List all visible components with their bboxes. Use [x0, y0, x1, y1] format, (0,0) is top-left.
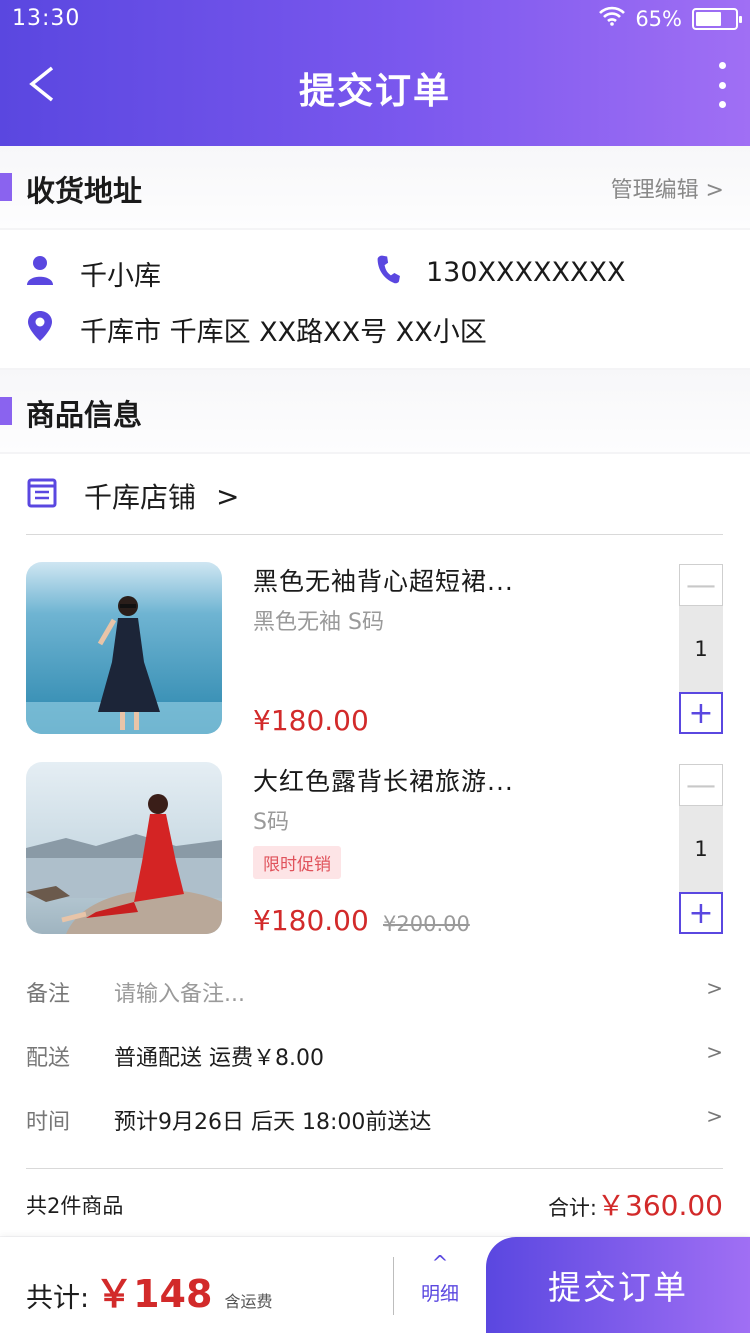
delivery-label: 配送	[26, 1046, 71, 1071]
increase-button[interactable]: +	[679, 692, 723, 734]
time-value: 预计9月26日 后天 18:00前送达	[114, 1110, 432, 1135]
app-header: 13:30 65% 提交订单	[0, 0, 750, 146]
recipient-address: 千库市 千库区 XX路XX号 XX小区	[80, 317, 487, 348]
product-name: 黑色无袖背心超短裙...	[253, 567, 514, 596]
manage-address-link[interactable]: 管理编辑 >	[611, 172, 724, 204]
more-menu-icon[interactable]	[714, 62, 730, 108]
divider	[26, 1168, 723, 1169]
product-image	[26, 762, 222, 934]
list-item[interactable]: 黑色无袖背心超短裙... 黑色无袖 S码 ¥180.00 — 1 +	[26, 562, 723, 737]
caret-up-icon: ^	[431, 1251, 449, 1275]
detail-label: 明细	[420, 1283, 459, 1305]
address-card[interactable]: 千小库 130XXXXXXXX 千库市 千库区 XX路XX号 XX小区	[0, 230, 750, 368]
remark-row[interactable]: 备注 请输入备注... >	[26, 972, 723, 1012]
page-title: 提交订单	[298, 71, 451, 112]
item-count: 共2件商品	[26, 1194, 124, 1218]
product-price: ¥180.00	[253, 704, 369, 737]
section-marker	[0, 173, 12, 201]
location-pin-icon	[26, 310, 54, 349]
order-card: 千库店铺 > 黑色无袖背心超短裙... 黑色无袖 S码 ¥180.00 — 1 …	[0, 454, 750, 1236]
product-spec: S码	[253, 810, 289, 835]
grand-total-label: 共计:	[26, 1283, 90, 1314]
shop-icon	[26, 477, 58, 516]
original-price: ¥200.00	[383, 912, 470, 936]
wifi-icon	[599, 6, 626, 31]
subtotal-label: 合计:	[547, 1196, 598, 1220]
checkout-bar: 共计: ￥148 含运费 ^ 明细 提交订单	[0, 1237, 750, 1333]
divider	[26, 534, 723, 535]
decrease-button[interactable]: —	[679, 564, 723, 606]
increase-button[interactable]: +	[679, 892, 723, 934]
status-bar: 13:30 65%	[0, 0, 750, 40]
quantity-stepper: — 1 +	[679, 764, 723, 934]
chevron-right-icon: >	[706, 1104, 723, 1128]
chevron-right-icon: >	[706, 1040, 723, 1064]
user-icon	[26, 255, 54, 292]
remark-label: 备注	[26, 982, 71, 1007]
status-time: 13:30	[12, 6, 81, 31]
recipient-name: 千小库	[80, 261, 161, 292]
promo-badge: 限时促销	[253, 846, 341, 879]
product-section-title: 商品信息	[26, 398, 143, 432]
shop-arrow: >	[216, 479, 240, 513]
delivery-time-row[interactable]: 时间 预计9月26日 后天 18:00前送达 >	[26, 1100, 723, 1140]
submit-order-button[interactable]: 提交订单	[486, 1237, 750, 1333]
address-section-title: 收货地址	[26, 174, 143, 208]
product-image	[26, 562, 222, 734]
shop-name: 千库店铺	[84, 481, 197, 514]
detail-toggle[interactable]: ^ 明细	[405, 1253, 475, 1306]
grand-total-amount: ￥148	[95, 1272, 213, 1316]
product-price: ¥180.00	[253, 904, 369, 937]
recipient-phone: 130XXXXXXXX	[426, 257, 626, 288]
product-spec: 黑色无袖 S码	[253, 610, 384, 635]
remark-input[interactable]: 请输入备注...	[114, 976, 245, 1008]
quantity-value[interactable]: 1	[679, 806, 723, 892]
product-section-header: 商品信息	[0, 370, 750, 452]
battery-percent: 65%	[635, 6, 682, 31]
divider	[393, 1257, 394, 1315]
list-item[interactable]: 大红色露背长裙旅游... S码 限时促销 ¥180.00 ¥200.00 — 1…	[26, 762, 723, 937]
quantity-stepper: — 1 +	[679, 564, 723, 734]
time-label: 时间	[26, 1110, 71, 1135]
delivery-row[interactable]: 配送 普通配送 运费￥8.00 >	[26, 1036, 723, 1076]
chevron-right-icon: >	[706, 976, 723, 1000]
decrease-button[interactable]: —	[679, 764, 723, 806]
quantity-value[interactable]: 1	[679, 606, 723, 692]
phone-icon	[374, 254, 404, 291]
address-section-header: 收货地址 管理编辑 >	[0, 146, 750, 228]
battery-icon	[692, 7, 742, 30]
fee-note: 含运费	[224, 1292, 273, 1311]
section-marker	[0, 397, 12, 425]
product-name: 大红色露背长裙旅游...	[253, 767, 514, 796]
shop-row[interactable]: 千库店铺 >	[26, 476, 239, 516]
subtotal-value: ￥360.00	[597, 1189, 723, 1222]
delivery-value: 普通配送 运费￥8.00	[114, 1046, 324, 1071]
